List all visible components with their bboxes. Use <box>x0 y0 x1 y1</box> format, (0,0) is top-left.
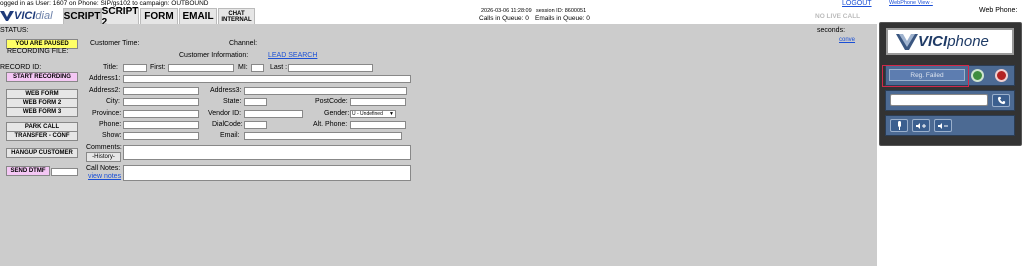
tab-form[interactable]: FORM <box>140 8 178 24</box>
first-label: First: <box>150 64 166 71</box>
address2-input[interactable] <box>123 87 199 95</box>
gender-select-value: U - Undefined <box>352 111 383 117</box>
logout-link[interactable]: LOGOUT <box>842 0 872 7</box>
no-live-call: NO LIVE CALL <box>815 13 861 20</box>
volume-up-button[interactable] <box>912 119 930 132</box>
status-label: STATUS: <box>0 27 29 34</box>
dialcode-input[interactable] <box>244 121 267 129</box>
recording-file-label: RECORDING FILE: <box>7 48 69 55</box>
middle-initial-input[interactable] <box>251 64 264 72</box>
show-input[interactable] <box>123 132 199 140</box>
gender-select[interactable]: U - Undefined ▼ <box>350 110 396 118</box>
dial-number-input[interactable] <box>890 94 988 106</box>
vendor-id-label: Vendor ID: <box>208 110 242 117</box>
show-label: Show: <box>102 132 122 139</box>
title-label: Title: <box>103 64 118 71</box>
address1-input[interactable] <box>123 75 411 83</box>
tab-email[interactable]: EMAIL <box>179 8 217 24</box>
alt-phone-label: Alt. Phone: <box>313 121 348 128</box>
start-recording-button[interactable]: START RECORDING <box>6 72 78 82</box>
web-form-3-button[interactable]: WEB FORM 3 <box>6 107 78 117</box>
dial-button[interactable] <box>992 94 1010 107</box>
lead-search-link[interactable]: LEAD SEARCH <box>268 52 317 59</box>
phone-input[interactable] <box>123 121 199 129</box>
call-notes-label: Call Notes: <box>86 165 121 172</box>
last-label: Last : <box>270 64 288 71</box>
alt-phone-input[interactable] <box>350 121 406 129</box>
tab-script-2[interactable]: SCRIPT 2 <box>101 6 139 28</box>
title-input[interactable] <box>123 64 147 72</box>
province-label: Province: <box>92 110 122 117</box>
dialcode-label: DialCode: <box>212 121 243 128</box>
postcode-label: PostCode: <box>315 98 348 105</box>
calls-in-queue: Calls in Queue: 0 <box>479 15 529 22</box>
customer-information-label: Customer Information: <box>179 52 249 59</box>
state-input[interactable] <box>244 98 267 106</box>
first-name-input[interactable] <box>168 64 234 72</box>
call-notes-textarea[interactable] <box>123 165 411 181</box>
conversation-link[interactable]: conve <box>839 37 855 43</box>
gender-label: Gender: <box>324 110 350 117</box>
comments-textarea[interactable] <box>123 145 411 160</box>
city-input[interactable] <box>123 98 199 106</box>
web-phone-label: Web Phone: <box>979 7 1018 14</box>
customer-time-label: Customer Time: <box>90 40 140 47</box>
chevron-down-icon: ▼ <box>389 111 394 117</box>
last-name-input[interactable] <box>288 64 373 72</box>
volume-down-button[interactable] <box>934 119 952 132</box>
microphone-icon <box>897 121 901 130</box>
view-notes-link[interactable]: view notes <box>88 173 121 180</box>
tab-script[interactable]: SCRIPT <box>63 8 101 24</box>
mute-button[interactable] <box>890 119 908 132</box>
emails-in-queue: Emails in Queue: 0 <box>535 15 590 22</box>
vendor-id-input[interactable] <box>244 110 303 118</box>
history-button[interactable]: -History- <box>86 152 121 162</box>
comments-label: Comments: <box>86 144 122 151</box>
phone-label: Phone: <box>99 121 122 128</box>
tab-chat-internal[interactable]: CHAT INTERNAL <box>218 8 255 24</box>
logo-text-dial: dial <box>35 9 53 22</box>
transfer-conf-button[interactable]: TRANSFER - CONF <box>6 131 78 141</box>
address3-label: Address3: <box>210 87 242 94</box>
reg-status-display: Reg. Failed <box>889 69 965 81</box>
tab-internal-label: INTERNAL <box>221 16 252 23</box>
city-label: City: <box>106 98 120 105</box>
email-label: Email: <box>220 132 240 139</box>
hangup-customer-button[interactable]: HANGUP CUSTOMER <box>6 148 78 158</box>
address3-input[interactable] <box>244 87 407 95</box>
logo-mark-icon <box>0 10 14 21</box>
state-label: State: <box>223 98 242 105</box>
province-input[interactable] <box>123 110 199 118</box>
logo-text-vici: VICI <box>14 9 36 22</box>
viciphone-text-phone: phone <box>947 33 989 50</box>
datetime: 2026-03-06 11:28:09 <box>481 8 532 14</box>
viciphone-logo: VICI phone <box>886 28 1014 55</box>
phone-icon <box>997 96 1005 105</box>
send-dtmf-button[interactable]: SEND DTMF <box>6 166 50 176</box>
register-button[interactable] <box>971 69 984 82</box>
volume-down-icon <box>938 122 948 129</box>
channel-label: Channel: <box>229 40 258 47</box>
postcode-input[interactable] <box>350 98 406 106</box>
session-id: session ID: 8600051 <box>536 8 587 14</box>
dtmf-input[interactable] <box>51 168 78 176</box>
mi-label: MI: <box>238 64 248 71</box>
address1-label: Address1: <box>89 75 121 82</box>
email-input[interactable] <box>244 132 402 140</box>
vicidial-logo: VICI dial <box>0 8 53 23</box>
unregister-button[interactable] <box>995 69 1008 82</box>
viciphone-mark-icon <box>896 33 918 50</box>
volume-up-icon <box>916 122 926 129</box>
viciphone-text-vici: VICI <box>918 33 948 50</box>
record-id-label: RECORD ID: <box>0 64 42 71</box>
seconds-label: seconds: <box>817 27 846 34</box>
webphone-view-link[interactable]: WebPhone View - <box>889 0 933 6</box>
address2-label: Address2: <box>89 87 121 94</box>
